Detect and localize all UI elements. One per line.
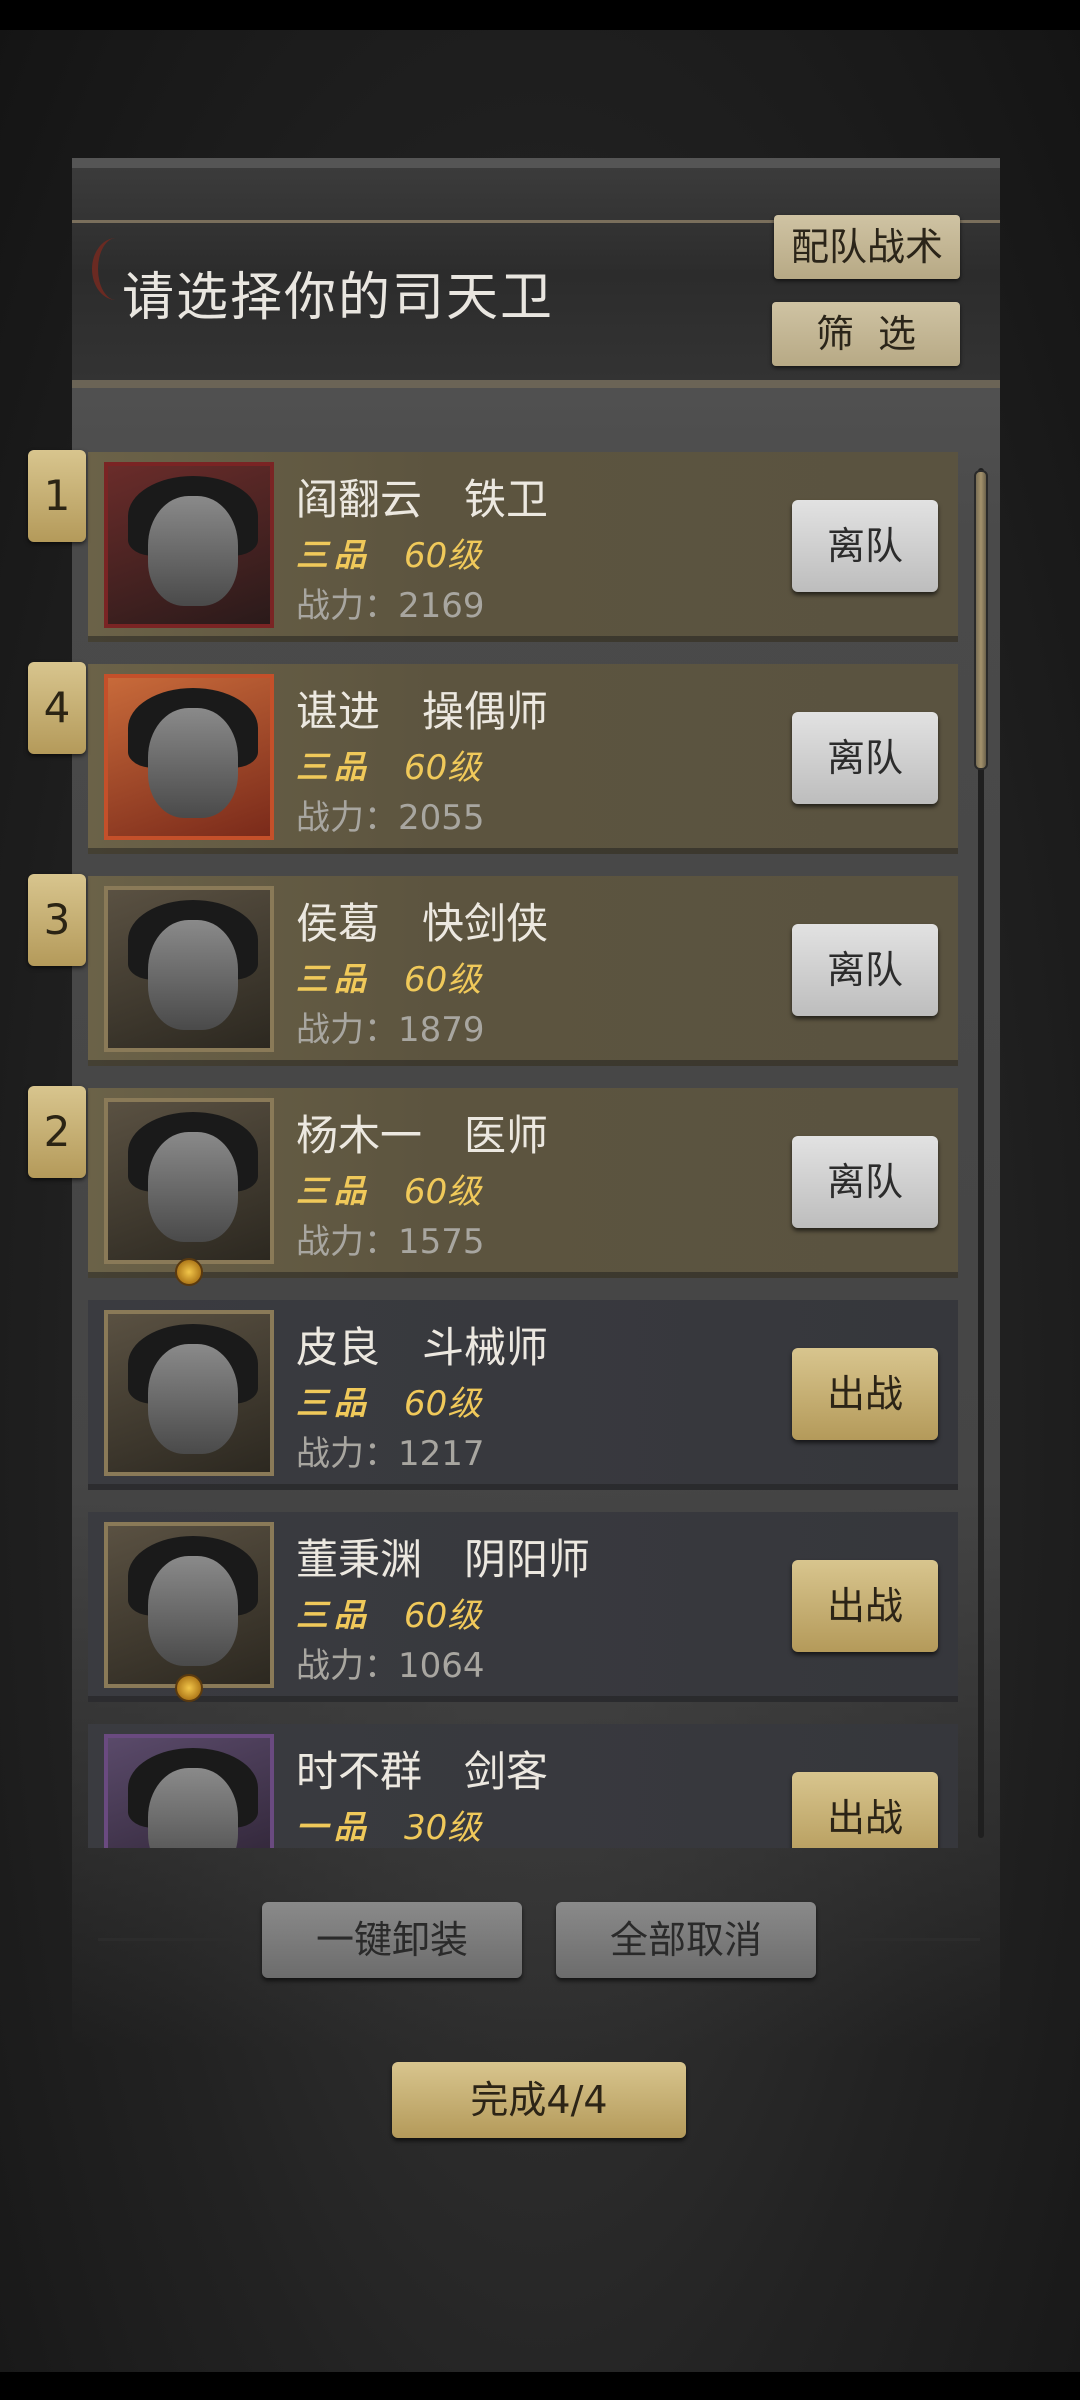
hero-portrait[interactable] (104, 1310, 274, 1476)
navigation-bar (0, 2372, 1080, 2400)
hero-rank: 三品 (296, 1384, 373, 1422)
hero-level: 60级 (404, 536, 482, 576)
hero-portrait[interactable] (104, 1734, 274, 1848)
awakening-charm-icon (175, 1674, 203, 1702)
hero-power: 战力：1575 (296, 1222, 485, 1262)
hero-power: 战力：2055 (296, 798, 485, 838)
team-order-badge: 4 (28, 662, 86, 754)
hero-power: 战力：1064 (296, 1646, 485, 1686)
hero-name: 董秉渊 阴阳师 (296, 1535, 591, 1584)
divider-right (844, 1938, 980, 1941)
deploy-button[interactable]: 出战 (792, 1772, 938, 1848)
hero-card: 阎翻云 铁卫 三品 60级 战力：2169 离队 (88, 452, 958, 642)
hero-rank: 三品 (296, 1596, 373, 1634)
cancel-all-button[interactable]: 全部取消 (556, 1902, 816, 1978)
hero-portrait[interactable] (104, 886, 274, 1052)
team-order-badge: 3 (28, 874, 86, 966)
hero-portrait[interactable] (104, 1098, 274, 1264)
hero-portrait[interactable] (104, 462, 274, 628)
hero-level: 30级 (404, 1808, 482, 1848)
hero-portrait[interactable] (104, 1522, 274, 1688)
hero-name: 杨木一 医师 (296, 1111, 549, 1160)
hero-level: 60级 (404, 1384, 482, 1424)
hero-level: 60级 (404, 960, 482, 1000)
status-bar (0, 0, 1080, 30)
hero-rank: 三品 (296, 536, 373, 574)
hero-power: 战力：2169 (296, 586, 485, 626)
scrollbar-thumb[interactable] (974, 470, 988, 770)
divider-left (98, 1938, 234, 1941)
hero-name: 阎翻云 铁卫 (296, 475, 549, 524)
deploy-button[interactable]: 出战 (792, 1348, 938, 1440)
hero-rank: 三品 (296, 748, 373, 786)
hero-card: 侯葛 快剑侠 三品 60级 战力：1879 离队 (88, 876, 958, 1066)
leave-team-button[interactable]: 离队 (792, 924, 938, 1016)
leave-team-button[interactable]: 离队 (792, 1136, 938, 1228)
unequip-all-button[interactable]: 一键卸装 (262, 1902, 522, 1978)
hero-list[interactable]: 阎翻云 铁卫 三品 60级 战力：2169 离队 谌进 操偶师 三品 60级 战… (88, 440, 960, 1848)
hero-card: 时不群 剑客 一品 30级 出战 (88, 1724, 958, 1848)
hero-rank: 三品 (296, 960, 373, 998)
hero-name: 侯葛 快剑侠 (296, 899, 549, 948)
leave-team-button[interactable]: 离队 (792, 500, 938, 592)
hero-card: 杨木一 医师 三品 60级 战力：1575 离队 (88, 1088, 958, 1286)
hero-rank: 一品 (296, 1808, 373, 1846)
hero-name: 皮良 斗械师 (296, 1323, 549, 1372)
deploy-button[interactable]: 出战 (792, 1560, 938, 1652)
hero-power: 战力：1217 (296, 1434, 485, 1474)
hero-card: 谌进 操偶师 三品 60级 战力：2055 离队 (88, 664, 958, 854)
hero-portrait[interactable] (104, 674, 274, 840)
hero-level: 60级 (404, 1596, 482, 1636)
done-button[interactable]: 完成4/4 (392, 2062, 686, 2138)
hero-level: 60级 (404, 748, 482, 788)
hero-card: 皮良 斗械师 三品 60级 战力：1217 出战 (88, 1300, 958, 1490)
team-order-badge: 1 (28, 450, 86, 542)
page-title: 请选择你的司天卫 (122, 268, 555, 328)
hero-power: 战力：1879 (296, 1010, 485, 1050)
filter-button[interactable]: 筛选 (772, 302, 960, 366)
hero-name: 谌进 操偶师 (296, 687, 549, 736)
awakening-charm-icon (175, 1258, 203, 1286)
team-tactics-button[interactable]: 配队战术 (774, 215, 960, 279)
leave-team-button[interactable]: 离队 (792, 712, 938, 804)
hero-card: 董秉渊 阴阳师 三品 60级 战力：1064 出战 (88, 1512, 958, 1702)
hero-name: 时不群 剑客 (296, 1747, 549, 1796)
hero-level: 60级 (404, 1172, 482, 1212)
hero-rank: 三品 (296, 1172, 373, 1210)
team-order-badge: 2 (28, 1086, 86, 1178)
